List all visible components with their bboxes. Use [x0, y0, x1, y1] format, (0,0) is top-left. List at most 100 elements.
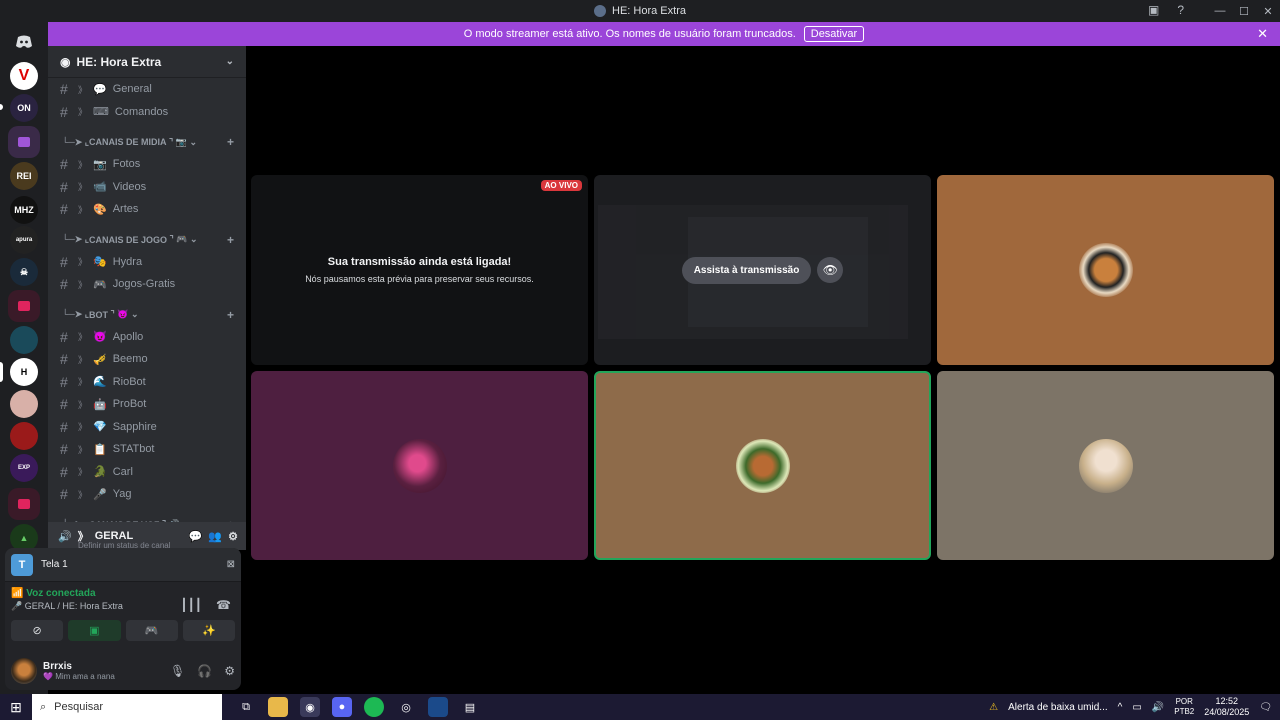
server-v-icon[interactable]: V: [10, 62, 38, 90]
server-mhz-icon[interactable]: MHZ: [10, 196, 38, 224]
screen-share-row[interactable]: T Tela 1 ⊠: [5, 548, 241, 582]
server-folder-red2-icon[interactable]: [8, 488, 40, 520]
screen-share-button[interactable]: ▣: [68, 620, 121, 641]
add-channel-icon[interactable]: +: [227, 135, 234, 149]
discord-icon[interactable]: ●: [332, 697, 352, 717]
participant-tile[interactable]: [251, 371, 588, 560]
maximize-button[interactable]: ☐: [1232, 5, 1256, 18]
notification-icon[interactable]: 🗨: [1259, 702, 1272, 713]
channel-probot[interactable]: # 》 🤖 ProBot: [48, 393, 246, 416]
add-channel-icon[interactable]: +: [227, 308, 234, 322]
channel-artes[interactable]: # 》 🎨 Artes: [48, 198, 246, 221]
task-view-icon[interactable]: ⧉: [236, 697, 256, 717]
taskbar-apps: ⧉ ◉ ● ◎ ▤: [236, 697, 480, 717]
user-info[interactable]: Brrxis 💜 Mim ama a nana: [43, 661, 115, 681]
stream-preview-tile[interactable]: AO VIVO Sua transmissão ainda está ligad…: [251, 175, 588, 365]
channel-icon: 📋: [93, 443, 107, 456]
obs-icon[interactable]: ◉: [300, 697, 320, 717]
channel-label: Sapphire: [112, 420, 157, 433]
close-window-button[interactable]: ✕: [1256, 5, 1280, 18]
banner-text: O modo streamer está ativo. Os nomes de …: [463, 28, 796, 40]
windows-start-icon[interactable]: ⊞: [0, 699, 32, 716]
search-placeholder: Pesquisar: [54, 701, 104, 713]
volume-icon[interactable]: 🔊: [1152, 702, 1164, 713]
channel-sidebar: ◉ HE: Hora Extra ⌄ # 》 💬 General # 》 ⌨ Comando…: [48, 46, 246, 546]
discord-home-icon[interactable]: [8, 26, 40, 58]
mic-icon[interactable]: 🎙: [170, 664, 185, 678]
hash-icon: #: [60, 156, 68, 173]
gear-icon[interactable]: ⚙: [224, 664, 235, 678]
disconnect-icon[interactable]: ☎: [216, 598, 231, 612]
disable-streamer-button[interactable]: Desativar: [803, 26, 865, 42]
server-skull-icon[interactable]: ☠: [10, 258, 38, 286]
server-purple-icon[interactable]: EXP: [10, 454, 38, 482]
server-cyan-icon[interactable]: [10, 326, 38, 354]
participant-tile[interactable]: [937, 371, 1274, 560]
keyboard-layout: PTB2: [1174, 707, 1195, 716]
window-title-group: HE: Hora Extra: [594, 5, 686, 17]
server-avatar-icon[interactable]: ON: [10, 94, 38, 122]
inbox-icon[interactable]: ▣: [1148, 3, 1159, 17]
server-girl-icon[interactable]: [10, 390, 38, 418]
invite-icon[interactable]: 👥: [208, 530, 222, 543]
channel-riobot[interactable]: # 》 🌊 RioBot: [48, 371, 246, 394]
server-text-icon[interactable]: apura: [10, 226, 38, 254]
server-folder-icon[interactable]: [8, 126, 40, 158]
category-bot[interactable]: └─➤ ⌞ BOT ⌝ 😈 ⌄ +: [48, 304, 246, 326]
language-indicator[interactable]: POR PTB2: [1174, 697, 1194, 717]
chat-icon[interactable]: 💬: [189, 530, 203, 543]
recorder-icon[interactable]: ◎: [396, 697, 416, 717]
channel-jogos-gratis[interactable]: # 》 🎮 Jogos-Gratis: [48, 273, 246, 296]
channel-general[interactable]: # 》 💬 General: [48, 78, 246, 101]
category-jogo[interactable]: └─➤ ⌞ CANAIS DE JOGO ⌝ 🎮 ⌄ +: [48, 229, 246, 251]
channel-videos[interactable]: # 》 📹 Videos: [48, 176, 246, 199]
server-rei-icon[interactable]: REI: [10, 162, 38, 190]
close-icon[interactable]: ✕: [1257, 26, 1268, 42]
network-icon[interactable]: ▭: [1132, 702, 1141, 713]
app-window-icon[interactable]: ▤: [460, 697, 480, 717]
participant-tile[interactable]: [937, 175, 1274, 365]
steam-icon[interactable]: [428, 697, 448, 717]
channel-sapphire[interactable]: # 》 💎 Sapphire: [48, 416, 246, 439]
spotify-icon[interactable]: [364, 697, 384, 717]
channel-beemo[interactable]: # 》 🎺 Beemo: [48, 348, 246, 371]
noise-suppression-icon[interactable]: ┃┃┃: [180, 598, 202, 612]
warning-icon[interactable]: ⚠: [989, 702, 998, 713]
server-car-icon[interactable]: [10, 422, 38, 450]
stop-share-icon[interactable]: ⊠: [227, 559, 235, 570]
gear-icon[interactable]: ⚙: [228, 530, 238, 543]
soundboard-button[interactable]: ✨: [182, 620, 235, 641]
channel-statbot[interactable]: # 》 📋 STATbot: [48, 438, 246, 461]
taskbar-search[interactable]: ⌕ Pesquisar: [32, 694, 222, 720]
participant-tile-speaking[interactable]: [594, 371, 931, 560]
tray-chevron-icon[interactable]: ^: [1118, 702, 1123, 713]
channel-carl[interactable]: # 》 🐊 Carl: [48, 461, 246, 484]
alert-text[interactable]: Alerta de baixa umid...: [1008, 702, 1108, 713]
clock-date: 24/08/2025: [1204, 707, 1250, 717]
screen-share-avatar: T: [11, 553, 33, 576]
avatar[interactable]: [11, 658, 37, 684]
activity-button[interactable]: 🎮: [125, 620, 178, 641]
watch-stream-button[interactable]: Assista à transmissão: [681, 256, 812, 284]
channel-comandos[interactable]: # 》 ⌨ Comandos: [48, 101, 246, 124]
help-icon[interactable]: ?: [1177, 3, 1184, 17]
channel-icon: 😈: [93, 331, 107, 344]
server-he-icon[interactable]: H: [10, 358, 38, 386]
guild-header[interactable]: ◉ HE: Hora Extra ⌄: [48, 46, 246, 78]
channel-icon: 🎺: [93, 353, 107, 366]
channel-apollo[interactable]: # 》 😈 Apollo: [48, 326, 246, 349]
add-channel-icon[interactable]: +: [227, 233, 234, 247]
minimize-button[interactable]: —: [1208, 5, 1232, 17]
guild-name: HE: Hora Extra: [76, 54, 162, 69]
stream-watch-tile[interactable]: Assista à transmissão 👁: [594, 175, 931, 365]
file-explorer-icon[interactable]: [268, 697, 288, 717]
category-midia[interactable]: └─➤ ⌞ CANAIS DE MIDIA ⌝ 📷 ⌄ +: [48, 131, 246, 153]
clock[interactable]: 12:52 24/08/2025: [1204, 696, 1249, 718]
channel-fotos[interactable]: # 》 📷 Fotos: [48, 153, 246, 176]
voice-channel-geral[interactable]: 🔊 》 GERAL Definir um status de canal 💬 👥…: [48, 522, 246, 550]
channel-hydra[interactable]: # 》 🎭 Hydra: [48, 251, 246, 274]
headphones-icon[interactable]: 🎧: [197, 664, 212, 678]
camera-off-button[interactable]: ⊘: [11, 620, 64, 641]
channel-yag[interactable]: # 》 🎤 Yag: [48, 483, 246, 506]
server-folder-red-icon[interactable]: [8, 290, 40, 322]
